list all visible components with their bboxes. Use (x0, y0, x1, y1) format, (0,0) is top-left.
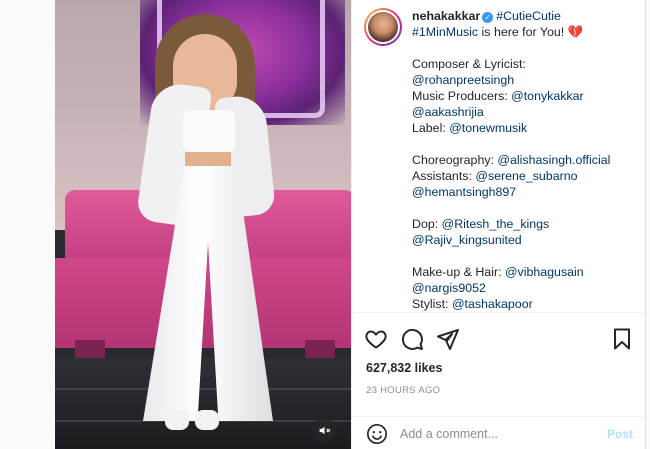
post-video[interactable] (55, 0, 351, 449)
caption-line: Dop: @Ritesh_the_kings (412, 216, 632, 232)
caption-text: Label: (412, 121, 450, 135)
username[interactable]: nehakakkar (412, 9, 480, 23)
speaker-muted-icon (319, 426, 330, 434)
mute-button[interactable] (312, 418, 336, 442)
caption-text: is here for You! (478, 25, 568, 39)
comment-button[interactable] (400, 327, 424, 351)
caption-line: @rohanpreetsingh (412, 72, 632, 88)
caption-line: @aakashrijia (412, 104, 632, 120)
video-dancer-figure (55, 0, 351, 449)
caption-text: Stylist: (412, 297, 452, 311)
caption-line: Music Producers: @tonykakkar (412, 88, 632, 104)
comment-icon (401, 328, 423, 350)
caption: nehakakkar ✓ #CutieCutie #1MinMusic is her… (412, 8, 632, 312)
avatar[interactable] (364, 8, 402, 46)
caption-link[interactable]: @serene_subarno (475, 169, 577, 183)
caption-link[interactable]: @Rajiv_kingsunited (412, 233, 522, 247)
caption-line: Stylist: @tashakapoor (412, 296, 632, 312)
caption-line: @Rajiv_kingsunited (412, 232, 632, 248)
caption-text: Composer & Lyricist: (412, 57, 526, 71)
caption-line: Label: @tonewmusik (412, 120, 632, 136)
caption-link[interactable]: @aakashrijia (412, 105, 484, 119)
instagram-post-view: nehakakkar ✓ #CutieCutie #1MinMusic is her… (0, 0, 650, 449)
save-button[interactable] (610, 327, 634, 351)
caption-line: @nargis9052 (412, 280, 632, 296)
caption-text: Assistants: (412, 169, 476, 183)
broken-heart-emoji: 💔 (567, 25, 584, 39)
smiley-icon (367, 424, 387, 444)
dancer-top (183, 110, 235, 152)
heart-icon (365, 330, 387, 349)
caption-text: Music Producers: (412, 89, 512, 103)
dancer-shoe (195, 410, 219, 430)
post-details-panel: nehakakkar ✓ #CutieCutie #1MinMusic is her… (351, 0, 647, 449)
post-comment-button[interactable]: Post (607, 427, 633, 441)
like-button[interactable] (364, 327, 388, 351)
caption-line: Make-up & Hair: @vibhagusain (412, 264, 632, 280)
caption-link[interactable]: @vibhagusain (505, 265, 584, 279)
caption-line: #CutieCutie (496, 9, 561, 23)
dancer-shoe (165, 410, 189, 430)
emoji-button[interactable] (366, 423, 388, 445)
caption-line: Composer & Lyricist: (412, 56, 632, 72)
caption-link[interactable]: @nargis9052 (412, 281, 486, 295)
caption-line: @hemantsingh897 (412, 184, 632, 200)
caption-link[interactable]: @tonewmusik (449, 121, 527, 135)
caption-link[interactable]: @tonykakkar (511, 89, 584, 103)
comment-bar: Post (352, 416, 647, 449)
caption-area: nehakakkar ✓ #CutieCutie #1MinMusic is her… (352, 0, 647, 312)
verified-badge-icon: ✓ (482, 12, 494, 23)
comment-input[interactable] (400, 423, 600, 445)
caption-text: Make-up & Hair: (412, 265, 505, 279)
post-actions: 627,832 likes 23 HOURS AGO (352, 312, 647, 412)
caption-line: #1MinMusic is here for You! 💔 (412, 24, 632, 40)
caption-link[interactable]: #1MinMusic (412, 25, 478, 39)
share-button[interactable] (436, 327, 460, 351)
caption-link[interactable]: @alishasingh.official (497, 153, 610, 167)
caption-line: Choreography: @alishasingh.official (412, 152, 632, 168)
caption-link[interactable]: @Ritesh_the_kings (442, 217, 550, 231)
caption-link[interactable]: @tashakapoor (452, 297, 533, 311)
caption-link[interactable]: @hemantsingh897 (412, 185, 516, 199)
caption-line: Assistants: @serene_subarno (412, 168, 632, 184)
share-icon (437, 329, 459, 350)
likes-count[interactable]: 627,832 likes (366, 361, 442, 375)
post-timestamp[interactable]: 23 HOURS AGO (366, 385, 440, 396)
caption-text: Dop: (412, 217, 442, 231)
bookmark-icon (614, 328, 630, 350)
caption-text: Choreography: (412, 153, 498, 167)
caption-link[interactable]: #CutieCutie (496, 9, 561, 23)
caption-link[interactable]: @rohanpreetsingh (412, 73, 514, 87)
dancer-waist (185, 152, 231, 168)
